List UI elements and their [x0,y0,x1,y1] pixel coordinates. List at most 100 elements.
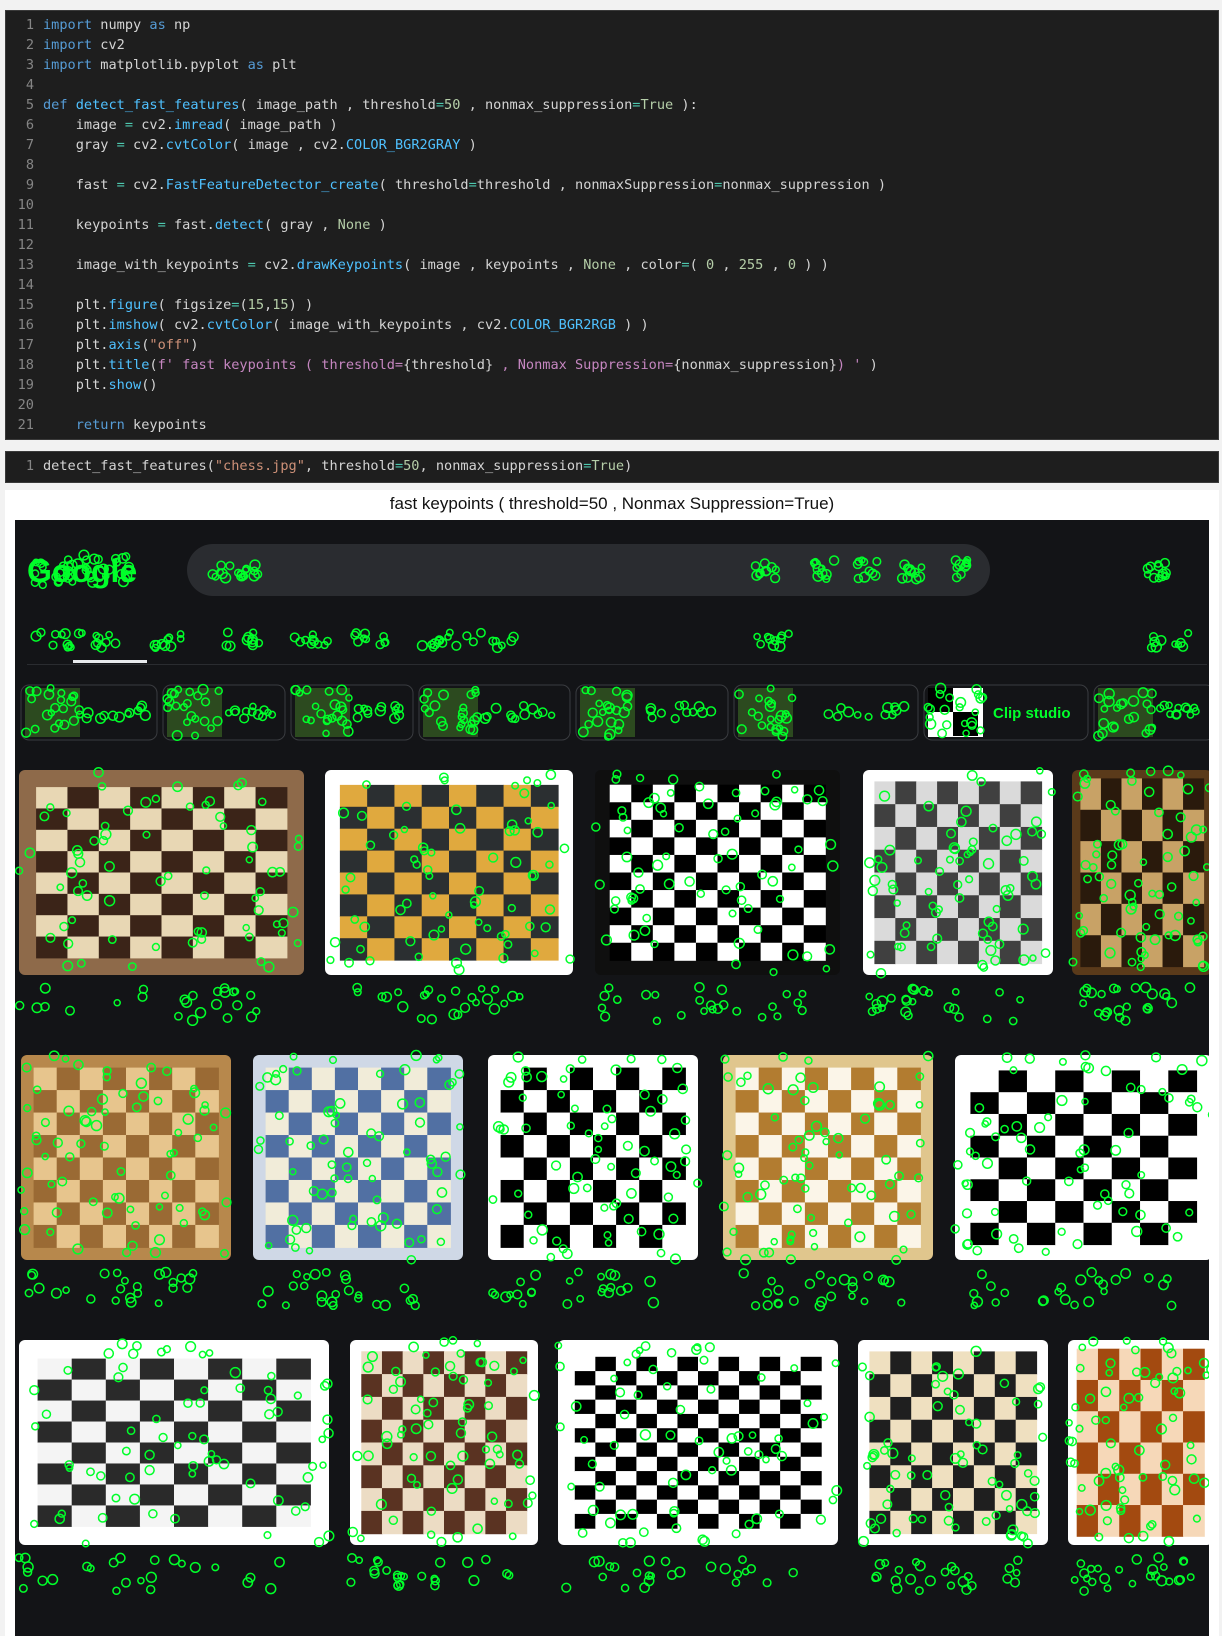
board-square [404,1157,428,1181]
board-square [780,1413,802,1429]
code-line[interactable]: 17 plt.axis("off") [6,335,1218,355]
code-line[interactable]: 18 plt.title(f' fast keypoints ( thresho… [6,355,1218,375]
board-square [760,942,783,961]
code-line[interactable]: 7 gray = cv2.cvtColor( image , cv2.COLOR… [6,135,1218,155]
code-line[interactable]: 8 [6,155,1218,175]
code-token: = [116,177,125,193]
board-square [932,1442,954,1466]
board-square [574,1442,596,1458]
board-square [361,1510,383,1535]
board-square [615,1399,637,1415]
code-line[interactable]: 1 import numpy as np [6,15,1218,35]
board-square [636,1513,658,1529]
board-square [851,1157,875,1181]
board-square [595,1456,617,1472]
keypoint-circle [782,989,792,999]
code-line[interactable]: 1 detect_fast_features("chess.jpg", thres… [6,456,1218,476]
board-square [36,872,68,895]
board-square [953,1351,975,1375]
code-line[interactable]: 20 [6,395,1218,415]
board-square [67,829,100,852]
board-square [1119,1442,1141,1475]
code-line[interactable]: 9 fast = cv2.FastFeatureDetector_create(… [6,175,1218,195]
board-square [161,808,194,831]
keypoint-circle [894,1565,904,1575]
board-square [523,1090,548,1114]
board-square [71,1400,107,1423]
board-square [800,1413,822,1429]
board-square [36,787,68,809]
board-square [224,893,257,916]
board-square [760,925,783,944]
board-square [958,781,980,805]
board-square [242,1442,277,1464]
code-line[interactable]: 21 return keypoints [6,415,1218,435]
keypoint-circle [189,1561,201,1573]
code-line[interactable]: 3 import matplotlib.pyplot as plt [6,55,1218,75]
keypoint-circle [451,640,462,651]
code-token: imshow [108,317,158,333]
board-square [652,837,675,856]
keypoint-circle [110,638,121,649]
board-square [334,1179,359,1203]
board-square [1015,1374,1038,1398]
board-square [79,1224,104,1248]
keypoint-circle [836,702,846,713]
code-line[interactable]: 16 plt.imshow( cv2.cvtColor( image_with_… [6,315,1218,335]
keypoint-circle [257,1299,267,1309]
board-square [828,1112,852,1136]
code-line[interactable]: 13 image_with_keypoints = cv2.drawKeypoi… [6,255,1218,275]
board-square [718,1485,740,1501]
board-square [1055,1113,1084,1137]
board-square [999,781,1022,805]
code-token: None [583,257,616,273]
code-line[interactable]: 10 [6,195,1218,215]
code-line[interactable]: 12 [6,235,1218,255]
code-line[interactable]: 6 image = cv2.imread( image_path ) [6,115,1218,135]
board-square [449,916,477,939]
keypoint-circle [37,1575,48,1586]
code-cell[interactable]: 1 import numpy as np 2 import cv2 3 import ma… [5,10,1219,440]
call-cell[interactable]: 1 detect_fast_features("chess.jpg", thres… [5,451,1219,483]
board-square [958,895,980,919]
board-square [1026,1070,1056,1093]
keypoint-circle [153,1268,166,1280]
board-square [1100,809,1122,842]
keypoint-circle [1143,1272,1154,1283]
board-square [698,1513,720,1529]
board-square [717,784,740,803]
code-token: import [43,17,93,33]
code-line[interactable]: 11 keypoints = fast.detect( gray , None … [6,215,1218,235]
board-square [803,837,826,856]
board-square [739,1399,761,1415]
board-square [1140,1179,1169,1202]
code-line[interactable]: 19 plt.show() [6,375,1218,395]
code-token: , [763,257,788,273]
board-square [174,1379,209,1402]
keypoint-circle [1148,632,1159,642]
board-square [615,1371,637,1386]
code-line[interactable]: 2 import cv2 [6,35,1218,55]
board-square [782,872,805,891]
keypoint-circle [124,709,132,718]
keypoint-circle [274,1556,285,1568]
keypoint-circle [33,1282,45,1294]
board-square [98,787,131,809]
code-line[interactable]: 4 [6,75,1218,95]
code-line[interactable]: 14 [6,275,1218,295]
code-line[interactable]: 5 def detect_fast_features( image_path , … [6,95,1218,115]
board-square [381,1135,405,1158]
code-line[interactable]: 15 plt.figure( figsize=(15,15) ) [6,295,1218,315]
board-square [739,819,762,838]
code-token: , nonmax_suppression [460,97,633,113]
board-square [311,1224,336,1248]
code-token: None [337,217,371,233]
board-square [674,890,697,909]
board-square [895,895,917,919]
board-square [595,1356,617,1372]
code-token: cv2. [124,137,166,153]
board-square [970,1222,1000,1246]
board-square [130,851,162,873]
board-square [698,1371,720,1386]
keypoint-circle [991,1298,1000,1307]
